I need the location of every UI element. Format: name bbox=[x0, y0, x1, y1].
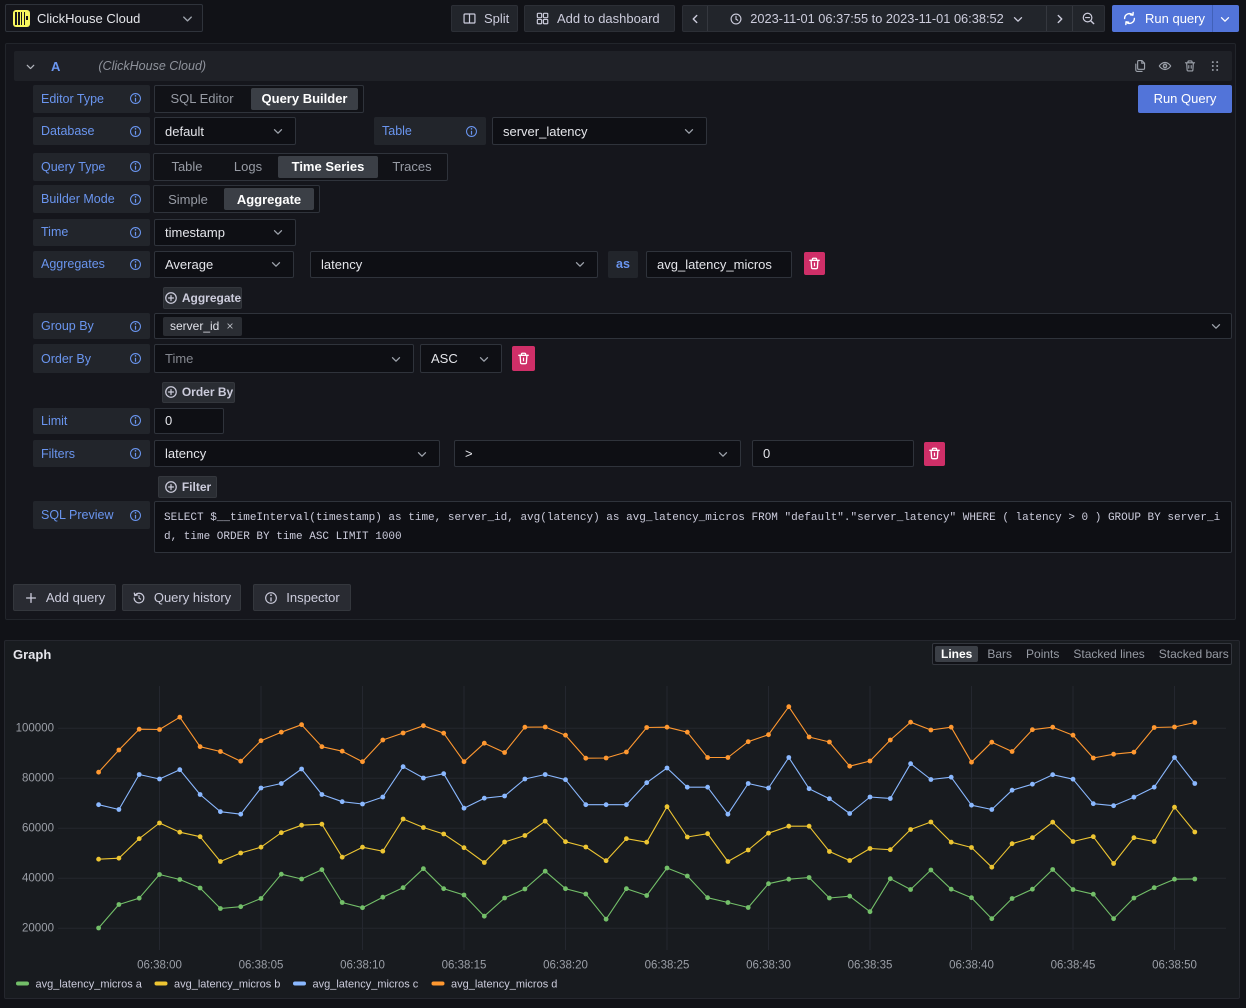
svg-text:avg_latency_micros c: avg_latency_micros c bbox=[313, 979, 419, 991]
svg-text:80000: 80000 bbox=[22, 773, 54, 785]
svg-text:60000: 60000 bbox=[22, 823, 54, 835]
svg-text:06:38:50: 06:38:50 bbox=[1152, 960, 1197, 972]
svg-text:20000: 20000 bbox=[22, 923, 54, 935]
svg-text:06:38:00: 06:38:00 bbox=[137, 960, 182, 972]
svg-text:06:38:20: 06:38:20 bbox=[543, 960, 588, 972]
svg-text:06:38:35: 06:38:35 bbox=[848, 960, 893, 972]
svg-text:06:38:25: 06:38:25 bbox=[645, 960, 690, 972]
svg-text:06:38:05: 06:38:05 bbox=[239, 960, 284, 972]
svg-text:avg_latency_micros b: avg_latency_micros b bbox=[174, 979, 280, 991]
svg-text:06:38:30: 06:38:30 bbox=[746, 960, 791, 972]
svg-text:100000: 100000 bbox=[16, 723, 54, 735]
svg-text:06:38:15: 06:38:15 bbox=[442, 960, 487, 972]
svg-text:06:38:10: 06:38:10 bbox=[340, 960, 385, 972]
svg-text:06:38:40: 06:38:40 bbox=[949, 960, 994, 972]
svg-text:avg_latency_micros a: avg_latency_micros a bbox=[36, 979, 143, 991]
svg-text:06:38:45: 06:38:45 bbox=[1051, 960, 1096, 972]
svg-text:avg_latency_micros d: avg_latency_micros d bbox=[451, 979, 557, 991]
svg-text:40000: 40000 bbox=[22, 873, 54, 885]
